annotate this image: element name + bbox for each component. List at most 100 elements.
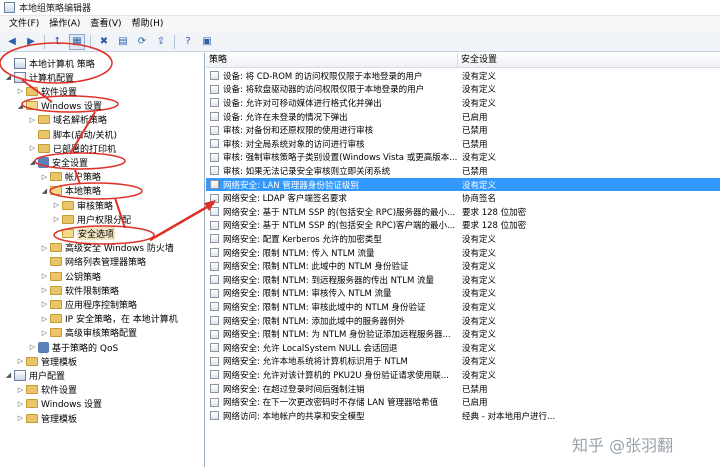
- expand-toggle-icon[interactable]: ▷: [16, 400, 25, 408]
- policy-row[interactable]: 审核: 强制审核策略子类别设置(Windows Vista 或更高版本... 没有…: [206, 151, 720, 165]
- tree-node[interactable]: ◢ 用户配置: [0, 368, 65, 382]
- policy-row[interactable]: 网络安全: 限制 NTLM: 审核传入 NTLM 流量 没有定义: [206, 287, 720, 301]
- policy-item-icon: [210, 98, 219, 108]
- expand-toggle-icon[interactable]: ◢: [28, 158, 37, 166]
- expand-toggle-icon[interactable]: ▷: [40, 315, 49, 323]
- expand-toggle-icon[interactable]: ▷: [16, 357, 25, 365]
- expand-toggle-icon[interactable]: ▷: [28, 116, 37, 124]
- tree-node[interactable]: 安全选项: [0, 226, 116, 240]
- expand-toggle-icon[interactable]: ▷: [16, 414, 25, 422]
- policy-row[interactable]: 设备: 允许在未登录的情况下弹出 已启用: [206, 110, 720, 124]
- tree-node[interactable]: ▷ 应用程序控制策略: [0, 297, 137, 311]
- policy-row[interactable]: 审核: 对备份和还原权限的使用进行审核 已禁用: [206, 123, 720, 137]
- menu-action[interactable]: 操作(A): [44, 16, 85, 32]
- up-folder-icon[interactable]: ⮤: [50, 34, 66, 50]
- menu-file[interactable]: 文件(F): [4, 16, 44, 32]
- expand-toggle-icon[interactable]: ◢: [40, 187, 49, 195]
- back-arrow-icon[interactable]: ◀: [4, 34, 20, 50]
- policy-row[interactable]: 审核: 如果无法记录安全审核则立即关闭系统 已禁用: [206, 164, 720, 178]
- policy-row[interactable]: 网络安全: 基于 NTLM SSP 的(包括安全 RPC)服务器的最小... 要求…: [206, 205, 720, 219]
- policy-row[interactable]: 网络安全: 限制 NTLM: 到远程服务器的传出 NTLM 流量 没有定义: [206, 273, 720, 287]
- tree-node[interactable]: ◢ 本地策略: [0, 184, 101, 198]
- policy-row[interactable]: 网络安全: 限制 NTLM: 添加此域中的服务器例外 没有定义: [206, 314, 720, 328]
- menu-help[interactable]: 帮助(H): [127, 16, 169, 32]
- expand-toggle-icon[interactable]: ▷: [40, 173, 49, 181]
- properties-icon[interactable]: ▤: [115, 34, 131, 50]
- policy-row[interactable]: 审核: 对全局系统对象的访问进行审核 已禁用: [206, 137, 720, 151]
- policy-row[interactable]: 网络安全: 限制 NTLM: 此域中的 NTLM 身份验证 没有定义: [206, 259, 720, 273]
- tree-node[interactable]: 脚本(启动/关机): [0, 127, 117, 141]
- policy-row[interactable]: 网络安全: LDAP 客户端签名要求 协商签名: [206, 191, 720, 205]
- tree-node[interactable]: ▷ 软件设置: [0, 383, 77, 397]
- column-header-policy[interactable]: 策略: [206, 53, 458, 68]
- policy-row[interactable]: 网络安全: 在超过登录时间后强制注销 已禁用: [206, 382, 720, 396]
- expand-toggle-icon[interactable]: ◢: [16, 102, 25, 110]
- tree-node[interactable]: 网络列表管理器策略: [0, 255, 146, 269]
- tree-node[interactable]: ▷ 公钥策略: [0, 269, 101, 283]
- tree-node[interactable]: ▷ 审核策略: [0, 198, 113, 212]
- policy-row[interactable]: 网络安全: 在下一次更改密码时不存储 LAN 管理器哈希值 已启用: [206, 395, 720, 409]
- refresh-icon[interactable]: ⟳: [134, 34, 150, 50]
- expand-toggle-icon[interactable]: ▷: [16, 87, 25, 95]
- expand-toggle-icon[interactable]: ▷: [40, 272, 49, 280]
- policy-item-icon: [210, 71, 219, 81]
- expand-toggle-icon[interactable]: ▷: [40, 329, 49, 337]
- policy-row[interactable]: 网络安全: 基于 NTLM SSP 的(包括安全 RPC)客户端的最小... 要求…: [206, 219, 720, 233]
- policy-row[interactable]: 网络安全: 配置 Kerberos 允许的加密类型 没有定义: [206, 232, 720, 246]
- expand-toggle-icon[interactable]: ▷: [40, 300, 49, 308]
- menu-view[interactable]: 查看(V): [85, 16, 126, 32]
- policy-row[interactable]: 网络安全: 允许对该计算机的 PKU2U 身份验证请求使用联... 没有定义: [206, 368, 720, 382]
- help-icon[interactable]: ?: [180, 34, 196, 50]
- expand-toggle-icon[interactable]: ▷: [52, 215, 61, 223]
- expand-toggle-icon[interactable]: ◢: [4, 371, 13, 379]
- policy-row[interactable]: 网络安全: LAN 管理器身份验证级别 没有定义: [206, 177, 720, 192]
- tree-node[interactable]: ▷ 管理模板: [0, 354, 77, 368]
- tree-node[interactable]: ◢ 安全设置: [0, 155, 88, 169]
- toolbar-separator: [174, 34, 175, 49]
- policy-row[interactable]: 网络安全: 允许本地系统将计算机标识用于 NTLM 没有定义: [206, 355, 720, 369]
- forward-arrow-icon[interactable]: ▶: [23, 34, 39, 50]
- column-header-security-setting[interactable]: 安全设置: [458, 53, 720, 68]
- expand-toggle-icon[interactable]: ▷: [16, 386, 25, 394]
- expand-toggle-icon[interactable]: ◢: [4, 73, 13, 81]
- expand-toggle-icon[interactable]: ▷: [52, 201, 61, 209]
- tree-node-label: 已部署的打印机: [53, 144, 117, 155]
- tree-node[interactable]: ▷ 管理模板: [0, 411, 77, 425]
- expand-toggle-icon[interactable]: ▷: [28, 343, 37, 351]
- tree-node-label: 安全设置: [52, 158, 89, 169]
- tree-node[interactable]: ▷ 高级审核策略配置: [0, 326, 137, 340]
- policy-list[interactable]: 策略 安全设置 设备: 将 CD-ROM 的访问权限仅限于本地登录的用户 没有定义…: [206, 53, 720, 467]
- tree-node[interactable]: ▷ 高级安全 Windows 防火墙: [0, 241, 174, 255]
- expand-toggle-icon[interactable]: ▷: [28, 144, 37, 152]
- policy-row[interactable]: 网络安全: 限制 NTLM: 审核此域中的 NTLM 身份验证 没有定义: [206, 300, 720, 314]
- tree-node[interactable]: ▷ 帐户策略: [0, 170, 101, 184]
- policy-row[interactable]: 设备: 允许对可移动媒体进行格式化并弹出 没有定义: [206, 96, 720, 110]
- tree-node-label: 本地策略: [65, 187, 102, 198]
- tree-node[interactable]: ▷ IP 安全策略，在 本地计算机: [0, 312, 178, 326]
- tree-node[interactable]: ◢ Windows 设置: [0, 99, 102, 113]
- show-hide-tree-icon[interactable]: ▦: [69, 33, 85, 50]
- policy-setting: 已禁用: [462, 166, 488, 177]
- console-tree[interactable]: 本地计算机 策略 ◢ 计算机配置 ▷ 软件设置 ◢ Windows 设置 ▷ 域名解析策略 脚本(…: [0, 53, 205, 467]
- policy-row[interactable]: 网络访问: 本地帐户的共享和安全模型 经典 - 对本地用户进行...: [206, 409, 720, 423]
- tree-node[interactable]: ▷ Windows 设置: [0, 397, 102, 411]
- expand-toggle-icon[interactable]: ▷: [40, 244, 49, 252]
- policy-row[interactable]: 网络安全: 限制 NTLM: 传入 NTLM 流量 没有定义: [206, 246, 720, 260]
- tree-node-label: 高级审核策略配置: [65, 329, 138, 340]
- tree-node[interactable]: ▷ 软件设置: [0, 84, 77, 98]
- policy-row[interactable]: 设备: 将 CD-ROM 的访问权限仅限于本地登录的用户 没有定义: [206, 69, 720, 83]
- tree-node[interactable]: ▷ 已部署的打印机: [0, 141, 116, 155]
- tree-node[interactable]: ▷ 基于策略的 QoS: [0, 340, 118, 354]
- policy-row[interactable]: 设备: 将软盘驱动器的访问权限仅限于本地登录的用户 没有定义: [206, 83, 720, 97]
- filter-icon[interactable]: ▣: [199, 34, 215, 50]
- tree-node[interactable]: ◢ 计算机配置: [0, 70, 74, 84]
- tree-node[interactable]: ▷ 域名解析策略: [0, 113, 107, 127]
- policy-row[interactable]: 网络安全: 限制 NTLM: 为 NTLM 身份验证添加远程服务器... 没有定义: [206, 327, 720, 341]
- tree-node[interactable]: ▷ 软件限制策略: [0, 283, 119, 297]
- export-icon[interactable]: ⇪: [153, 34, 169, 50]
- tree-node[interactable]: ▷ 用户权限分配: [0, 212, 131, 226]
- expand-toggle-icon[interactable]: ▷: [40, 286, 49, 294]
- policy-row[interactable]: 网络安全: 允许 LocalSystem NULL 会话回退 没有定义: [206, 341, 720, 355]
- tree-node[interactable]: 本地计算机 策略: [0, 56, 95, 70]
- delete-icon[interactable]: ✖: [96, 34, 112, 50]
